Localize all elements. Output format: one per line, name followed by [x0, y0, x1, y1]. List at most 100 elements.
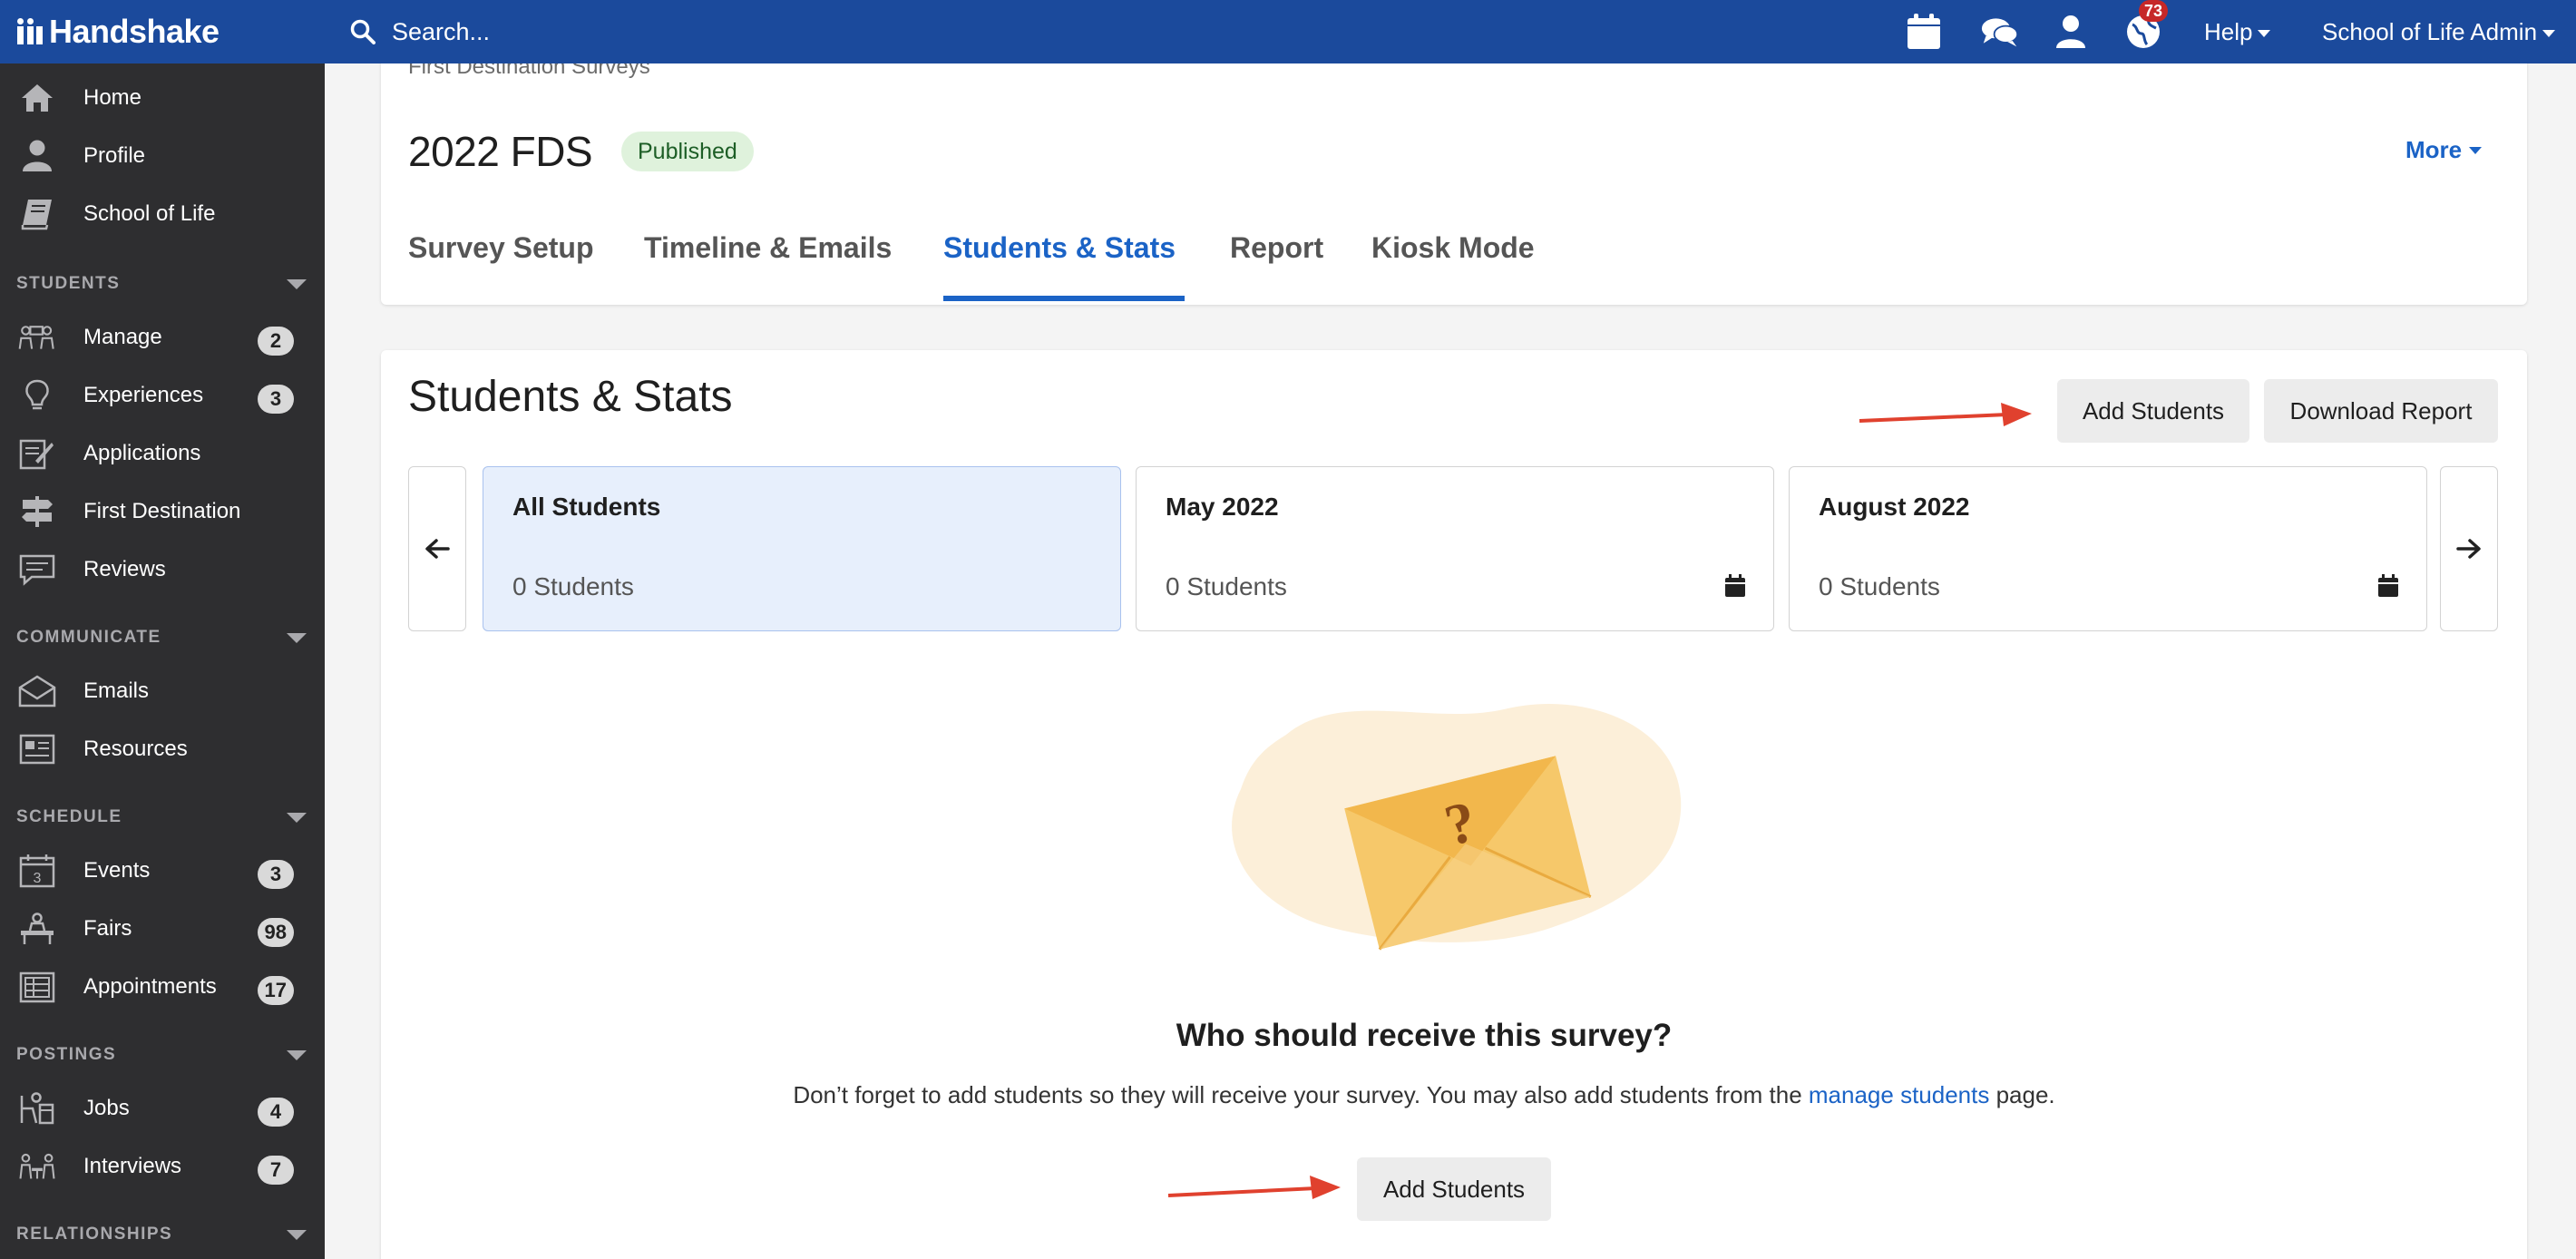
period-count: 0 Students — [1819, 572, 1940, 600]
sidebar-item-label: Resources — [83, 737, 188, 761]
sidebar-item-events[interactable]: 3 Events 3 — [0, 845, 325, 896]
period-title: All Students — [512, 493, 661, 521]
sidebar-item-label: Interviews — [83, 1154, 182, 1178]
fairs-icon — [18, 911, 56, 947]
sidebar-item-resources[interactable]: Resources — [0, 724, 325, 775]
sidebar-item-interviews[interactable]: Interviews 7 — [0, 1141, 325, 1192]
period-count: 0 Students — [1166, 572, 1287, 600]
count-badge: 3 — [258, 860, 294, 889]
appointments-icon — [18, 969, 56, 1005]
user-icon[interactable] — [2052, 13, 2090, 51]
tab-kiosk-mode[interactable]: Kiosk Mode — [1371, 231, 1535, 265]
period-card-august-2022[interactable]: August 2022 0 Students — [1789, 466, 2427, 631]
handshake-logo[interactable]: Handshake — [16, 9, 220, 54]
interviews-icon — [18, 1148, 56, 1185]
section-header-communicate[interactable]: COMMUNICATE — [16, 624, 307, 651]
section-header-students[interactable]: STUDENTS — [16, 270, 307, 298]
search-input[interactable]: Search... — [392, 18, 490, 46]
lightbulb-icon — [18, 377, 56, 414]
manage-students-link[interactable]: manage students — [1809, 1081, 1989, 1108]
sidebar-item-jobs[interactable]: Jobs 4 — [0, 1083, 325, 1134]
calendar-icon[interactable] — [1905, 13, 1943, 51]
search-bar[interactable]: Search... — [350, 11, 490, 53]
sidebar-item-label: Manage — [83, 325, 162, 349]
next-period-button[interactable] — [2440, 466, 2498, 631]
sidebar-item-home[interactable]: Home — [0, 73, 325, 123]
sidebar: Home Profile School of Life STUDENTS Man… — [0, 63, 325, 1259]
more-menu[interactable]: More — [2405, 136, 2483, 164]
chevron-down-icon — [287, 1230, 307, 1240]
section-title: STUDENTS — [16, 274, 121, 293]
count-badge: 17 — [257, 976, 294, 1005]
section-title: RELATIONSHIPS — [16, 1225, 173, 1244]
arrow-left-icon — [425, 539, 450, 559]
sidebar-item-first-destination[interactable]: First Destination — [0, 486, 325, 537]
sidebar-item-label: Applications — [83, 441, 201, 465]
user-menu-label: School of Life Admin — [2322, 17, 2538, 45]
calendar-icon — [1725, 574, 1745, 597]
main-content: First Destination Surveys 2022 FDS Publi… — [325, 63, 2576, 1259]
download-report-button[interactable]: Download Report — [2264, 379, 2498, 443]
sidebar-item-label: Experiences — [83, 383, 204, 407]
sidebar-item-manage[interactable]: Manage 2 — [0, 312, 325, 363]
count-badge: 2 — [258, 327, 294, 356]
section-title: SCHEDULE — [16, 807, 122, 826]
handshake-logo-icon — [17, 18, 43, 44]
count-badge: 98 — [257, 918, 294, 947]
signpost-icon — [18, 493, 56, 530]
period-card-all-students[interactable]: All Students 0 Students — [483, 466, 1121, 631]
add-students-button[interactable]: Add Students — [2057, 379, 2249, 443]
sidebar-item-reviews[interactable]: Reviews — [0, 544, 325, 595]
sidebar-item-label: Events — [83, 858, 151, 883]
sidebar-item-emails[interactable]: Emails — [0, 666, 325, 717]
page-title: 2022 FDS — [408, 128, 593, 175]
svg-text:3: 3 — [34, 871, 42, 886]
empty-state-text: Don’t forget to add students so they wil… — [793, 1081, 1802, 1108]
section-header-schedule[interactable]: SCHEDULE — [16, 804, 307, 831]
empty-state-heading: Who should receive this survey? — [1176, 1018, 1673, 1053]
chevron-down-icon — [287, 633, 307, 643]
chevron-down-icon — [2469, 146, 2483, 154]
survey-header-card: First Destination Surveys — [381, 63, 2527, 305]
section-header-postings[interactable]: POSTINGS — [16, 1041, 307, 1069]
section-title: POSTINGS — [16, 1045, 117, 1064]
sidebar-item-fairs[interactable]: Fairs 98 — [0, 903, 325, 954]
breadcrumb[interactable]: First Destination Surveys — [408, 63, 650, 80]
period-title: August 2022 — [1819, 493, 1970, 521]
book-icon — [18, 196, 56, 232]
previous-period-button[interactable] — [408, 466, 466, 631]
chevron-down-icon — [287, 813, 307, 823]
user-menu[interactable]: School of Life Admin — [2322, 13, 2556, 51]
sidebar-item-experiences[interactable]: Experiences 3 — [0, 370, 325, 421]
brand-name: Handshake — [49, 13, 220, 50]
sidebar-item-label: First Destination — [83, 499, 241, 523]
sidebar-item-label: Reviews — [83, 557, 166, 581]
help-label: Help — [2204, 17, 2253, 45]
messages-icon[interactable] — [1981, 13, 2019, 51]
profile-icon — [18, 138, 56, 174]
home-icon — [18, 80, 56, 116]
tab-timeline-emails[interactable]: Timeline & Emails — [644, 231, 892, 265]
tab-survey-setup[interactable]: Survey Setup — [408, 231, 594, 265]
envelope-icon — [18, 673, 56, 709]
sidebar-item-applications[interactable]: Applications — [0, 428, 325, 479]
sidebar-item-profile[interactable]: Profile — [0, 131, 325, 181]
period-card-may-2022[interactable]: May 2022 0 Students — [1136, 466, 1774, 631]
resources-icon — [18, 731, 56, 767]
sidebar-item-appointments[interactable]: Appointments 17 — [0, 961, 325, 1012]
section-title: COMMUNICATE — [16, 628, 161, 647]
chevron-down-icon — [287, 1050, 307, 1060]
section-header-relationships[interactable]: RELATIONSHIPS — [16, 1221, 307, 1248]
sidebar-item-school-of-life[interactable]: School of Life — [0, 189, 325, 239]
chevron-down-icon — [2258, 29, 2271, 37]
tab-report[interactable]: Report — [1230, 231, 1323, 265]
sidebar-item-label: Appointments — [83, 974, 217, 999]
reviews-icon — [18, 551, 56, 588]
add-students-empty-button[interactable]: Add Students — [1357, 1157, 1551, 1221]
help-menu[interactable]: Help — [2204, 13, 2271, 51]
envelope-question-illustration: ? — [1232, 704, 1682, 951]
arrow-right-icon — [2456, 539, 2481, 559]
sidebar-item-label: Fairs — [83, 916, 132, 941]
sidebar-item-label: Profile — [83, 143, 146, 168]
tab-students-stats[interactable]: Students & Stats — [943, 231, 1176, 265]
